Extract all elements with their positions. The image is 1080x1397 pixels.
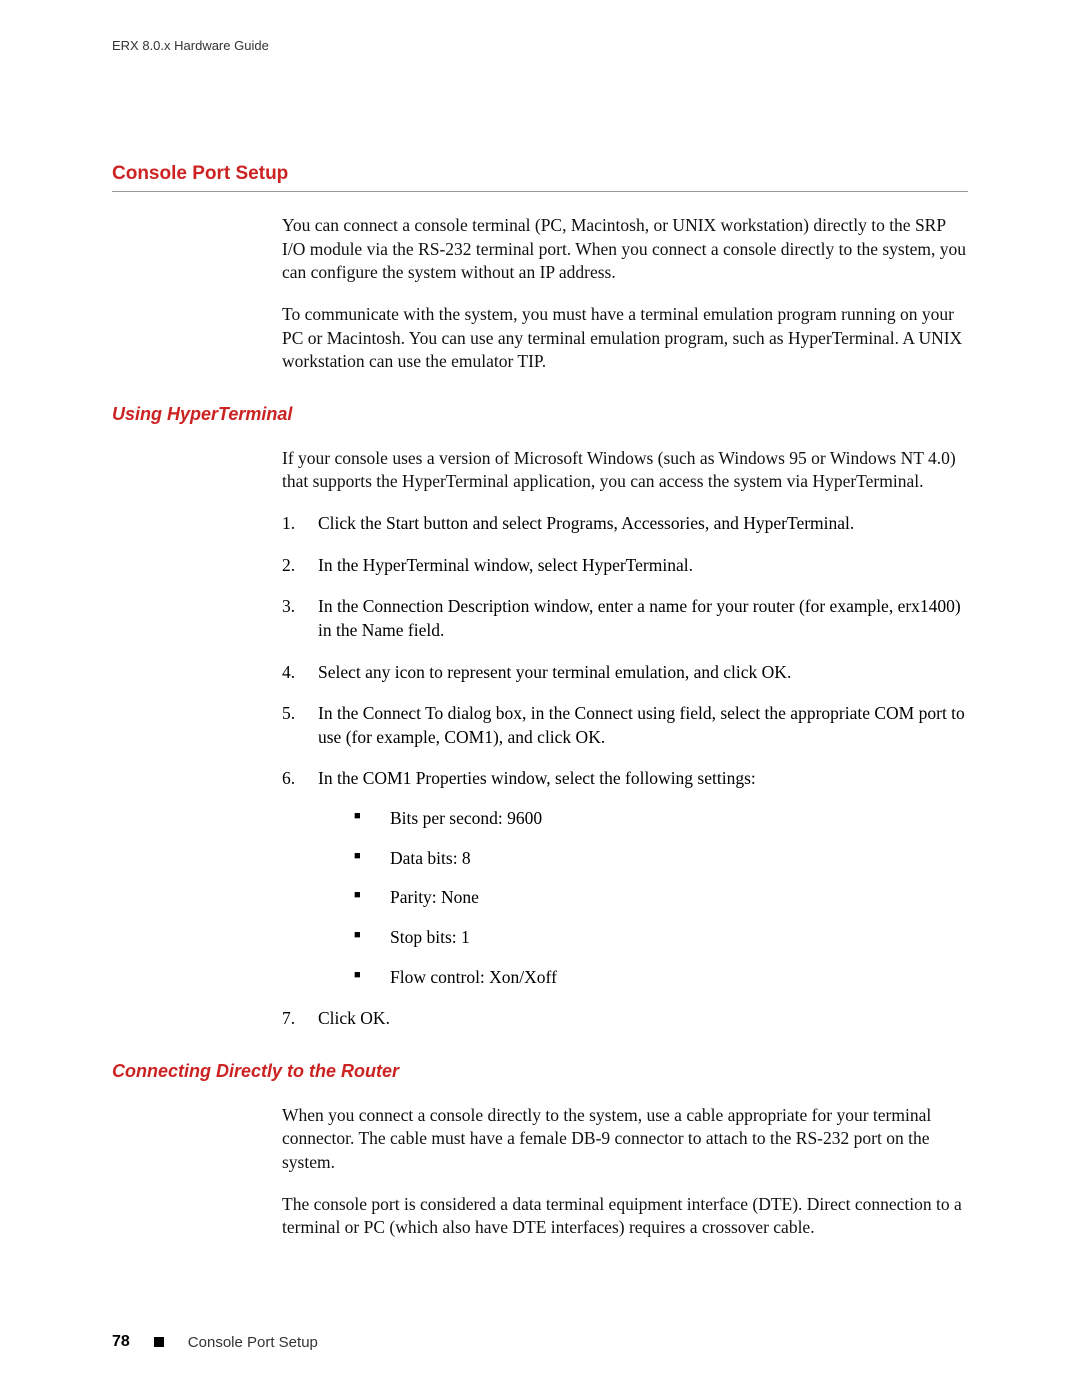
page-footer: 78 Console Port Setup xyxy=(112,1333,318,1351)
step-6-text: In the COM1 Properties window, select th… xyxy=(318,768,756,788)
step-2: In the HyperTerminal window, select Hype… xyxy=(282,554,968,578)
subsection-body-hyperterminal: If your console uses a version of Micros… xyxy=(282,447,968,1031)
step-3: In the Connection Description window, en… xyxy=(282,595,968,642)
setting-databits: Data bits: 8 xyxy=(354,847,968,871)
step-7: Click OK. xyxy=(282,1007,968,1031)
setting-stopbits: Stop bits: 1 xyxy=(354,926,968,950)
running-header: ERX 8.0.x Hardware Guide xyxy=(112,38,968,53)
page-number: 78 xyxy=(112,1333,130,1351)
footer-section-label: Console Port Setup xyxy=(188,1334,318,1351)
settings-list: Bits per second: 9600 Data bits: 8 Parit… xyxy=(318,807,968,989)
connecting-p2: The console port is considered a data te… xyxy=(282,1193,968,1240)
setting-parity: Parity: None xyxy=(354,886,968,910)
setting-bps: Bits per second: 9600 xyxy=(354,807,968,831)
step-5: In the Connect To dialog box, in the Con… xyxy=(282,702,968,749)
connecting-p1: When you connect a console directly to t… xyxy=(282,1104,968,1175)
step-6: In the COM1 Properties window, select th… xyxy=(282,767,968,989)
page: ERX 8.0.x Hardware Guide Console Port Se… xyxy=(0,0,1080,1397)
hyperterminal-intro: If your console uses a version of Micros… xyxy=(282,447,968,494)
step-1: Click the Start button and select Progra… xyxy=(282,512,968,536)
subsection-body-connecting: When you connect a console directly to t… xyxy=(282,1104,968,1240)
setting-flowcontrol: Flow control: Xon/Xoff xyxy=(354,966,968,990)
step-4: Select any icon to represent your termin… xyxy=(282,661,968,685)
steps-list: Click the Start button and select Progra… xyxy=(282,512,968,1031)
section-body: You can connect a console terminal (PC, … xyxy=(282,214,968,374)
intro-paragraph-2: To communicate with the system, you must… xyxy=(282,303,968,374)
footer-square-icon xyxy=(154,1337,164,1347)
intro-paragraph-1: You can connect a console terminal (PC, … xyxy=(282,214,968,285)
section-title: Console Port Setup xyxy=(112,163,968,192)
subsection-title-connecting: Connecting Directly to the Router xyxy=(112,1061,968,1082)
subsection-title-hyperterminal: Using HyperTerminal xyxy=(112,404,968,425)
